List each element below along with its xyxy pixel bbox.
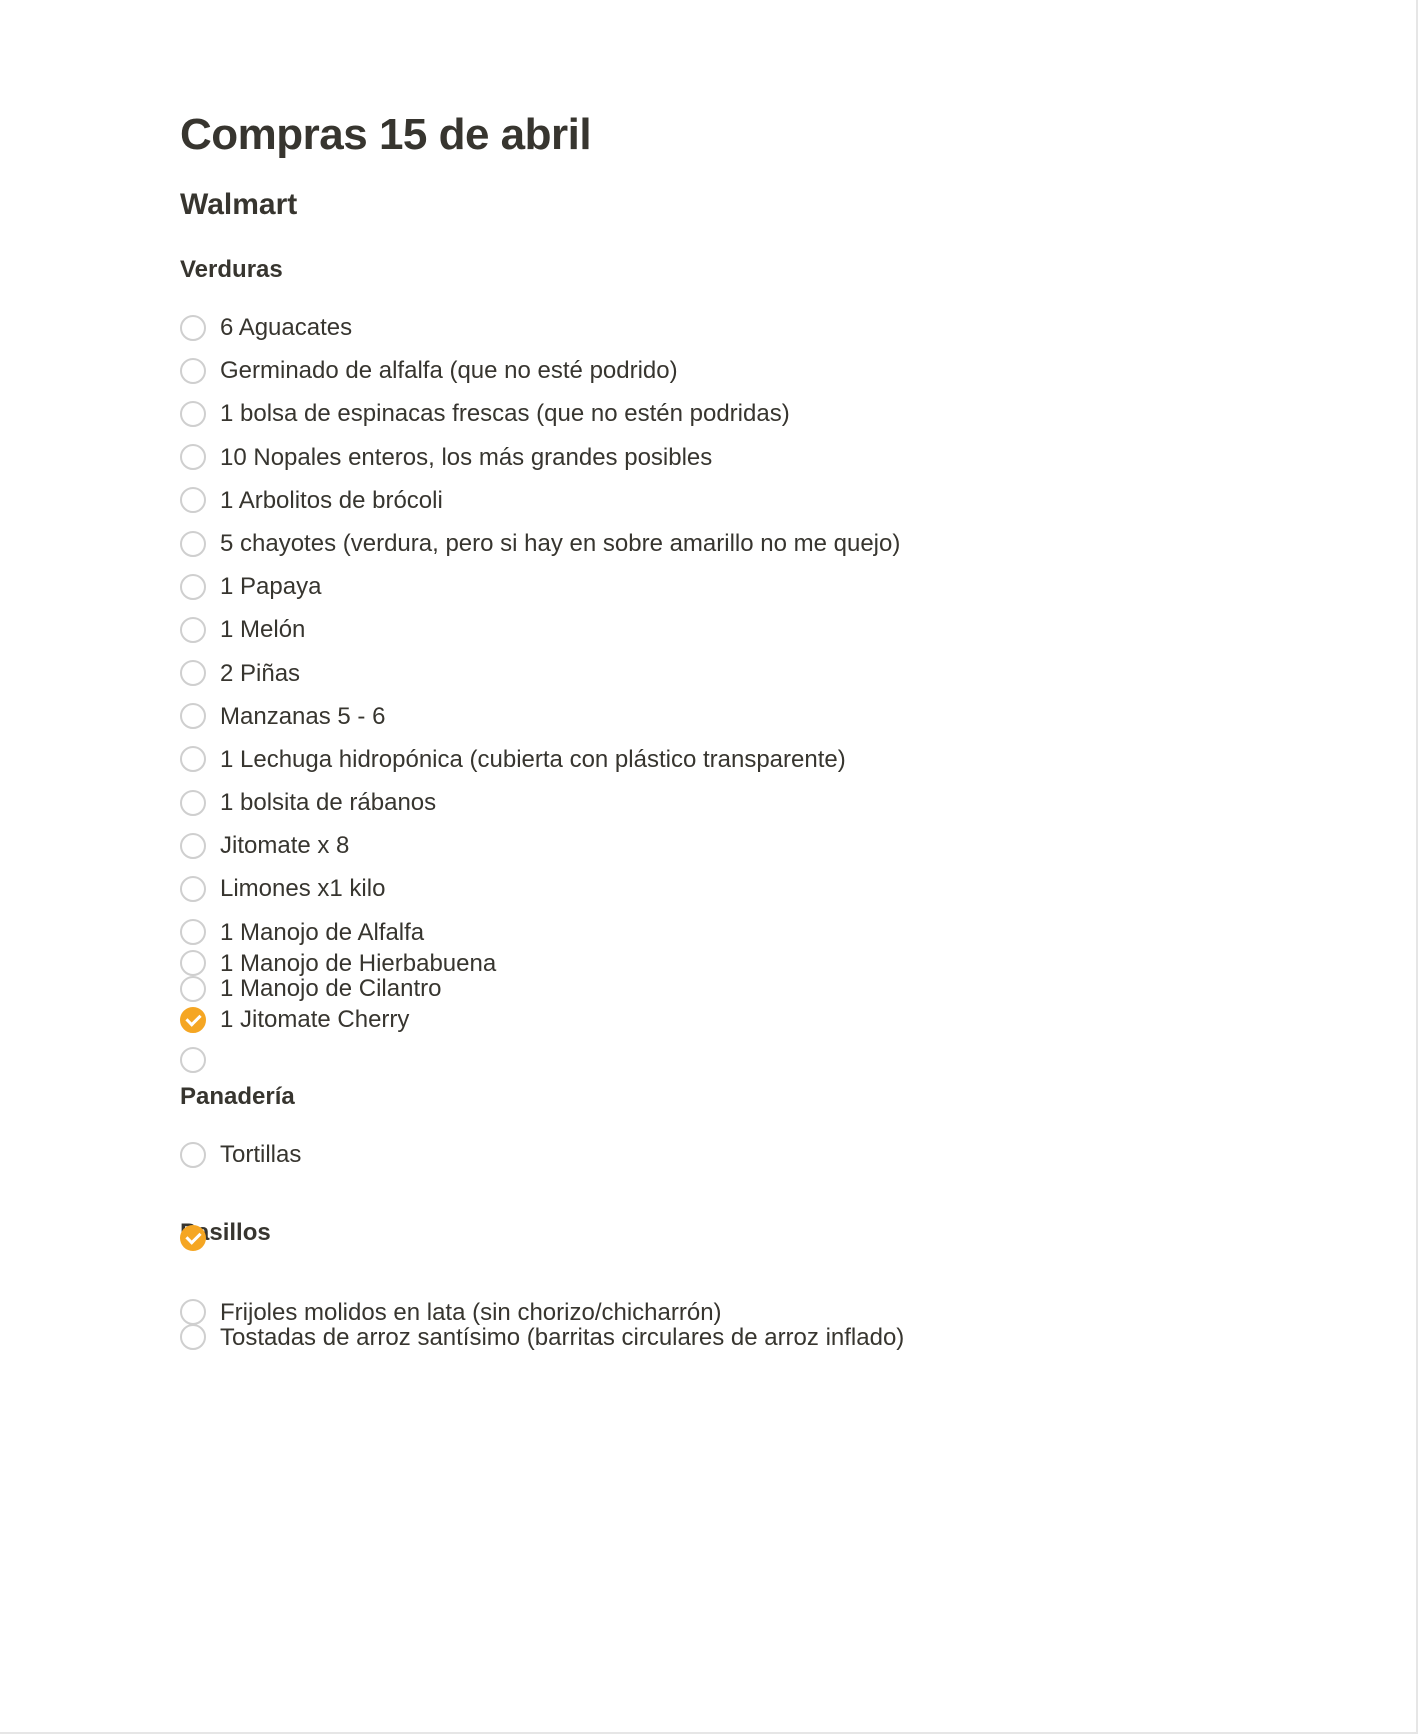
section-heading: Pasillos [180,1219,1236,1247]
list-item[interactable]: 10 Nopales enteros, los más grandes posi… [180,436,1236,479]
checkbox-empty-icon[interactable] [180,703,206,729]
checkbox-empty-icon[interactable] [180,790,206,816]
checkbox-empty-icon[interactable] [180,315,206,341]
list-item[interactable]: 1 Papaya [180,565,1236,608]
list-item-label: 1 Jitomate Cherry [220,1004,409,1035]
list-item[interactable]: 1 Arbolitos de brócoli [180,479,1236,522]
list-item-label: Manzanas 5 - 6 [220,701,385,732]
list-item-label: 1 Arbolitos de brócoli [220,485,443,516]
checkbox-empty-icon[interactable] [180,487,206,513]
list-item-label: Limones x1 kilo [220,873,385,904]
list-item-label: 1 Papaya [220,571,321,602]
checkbox-empty-icon[interactable] [180,401,206,427]
list-item[interactable]: 1 Lechuga hidropónica (cubierta con plás… [180,738,1236,781]
checkbox-empty-icon[interactable] [180,1299,206,1325]
checkbox-empty-icon[interactable] [180,833,206,859]
checklist: 6 Aguacates Germinado de alfalfa (que no … [180,306,1236,1041]
list-item[interactable]: 1 Jitomate Cherry [180,998,1236,1041]
checkbox-empty-icon[interactable] [180,919,206,945]
checkbox-empty-icon[interactable] [180,746,206,772]
checkbox-empty-icon[interactable] [180,976,206,1002]
page-title: Compras 15 de abril [180,110,1236,160]
list-item[interactable]: Germinado de alfalfa (que no esté podrid… [180,349,1236,392]
note-page: Compras 15 de abril Walmart Verduras 6 Ag… [0,0,1418,1734]
checklist: Frijoles molidos en lata (sin chorizo/ch… [180,1297,1236,1353]
checkbox-empty-icon[interactable] [180,444,206,470]
checkbox-checked-icon[interactable] [180,1007,206,1033]
list-item-label: 1 bolsita de rábanos [220,787,436,818]
list-item[interactable]: Limones x1 kilo [180,867,1236,910]
list-item[interactable]: Tostadas de arroz santísimo (barritas ci… [180,1322,1236,1353]
list-item-label: Tortillas [220,1139,301,1170]
stray-checkbox-checked[interactable] [180,1225,206,1251]
list-item[interactable]: Manzanas 5 - 6 [180,695,1236,738]
list-item-label: 1 Melón [220,614,305,645]
checkbox-empty-icon[interactable] [180,660,206,686]
list-item-label: Jitomate x 8 [220,830,349,861]
checklist: Tortillas [180,1133,1236,1176]
section-heading: Verduras [180,256,1236,284]
checkbox-empty-icon[interactable] [180,358,206,384]
list-item[interactable]: 5 chayotes (verdura, pero si hay en sobr… [180,522,1236,565]
list-item[interactable]: 1 bolsa de espinacas frescas (que no est… [180,392,1236,435]
list-item-label: 1 Lechuga hidropónica (cubierta con plás… [220,744,846,775]
checkbox-empty-icon[interactable] [180,617,206,643]
stray-checkbox-empty[interactable] [180,1047,206,1073]
checkbox-empty-icon[interactable] [180,876,206,902]
list-item-label: 10 Nopales enteros, los más grandes posi… [220,442,712,473]
list-item[interactable]: 1 bolsita de rábanos [180,781,1236,824]
list-item-label: Tostadas de arroz santísimo (barritas ci… [220,1322,904,1353]
checkbox-empty-icon[interactable] [180,1324,206,1350]
section-heading: Panadería [180,1083,1236,1111]
list-item-label: 1 Manojo de Cilantro [220,973,441,1004]
list-item-label: 1 bolsa de espinacas frescas (que no est… [220,398,790,429]
list-item[interactable]: 1 Melón [180,608,1236,651]
list-item[interactable]: Jitomate x 8 [180,824,1236,867]
list-item-label: Germinado de alfalfa (que no esté podrid… [220,355,678,386]
list-item-label: 6 Aguacates [220,312,352,343]
list-item[interactable]: 6 Aguacates [180,306,1236,349]
sections-container: Verduras 6 Aguacates Germinado de alfalfa … [180,256,1236,1353]
list-item[interactable]: 2 Piñas [180,652,1236,695]
checkbox-empty-icon[interactable] [180,574,206,600]
list-item[interactable]: Tortillas [180,1133,1236,1176]
checkbox-empty-icon[interactable] [180,531,206,557]
list-item-label: 5 chayotes (verdura, pero si hay en sobr… [220,528,900,559]
store-heading: Walmart [180,188,1236,222]
list-item-label: 1 Manojo de Alfalfa [220,917,424,948]
checkbox-empty-icon[interactable] [180,1142,206,1168]
list-item-label: 2 Piñas [220,658,300,689]
